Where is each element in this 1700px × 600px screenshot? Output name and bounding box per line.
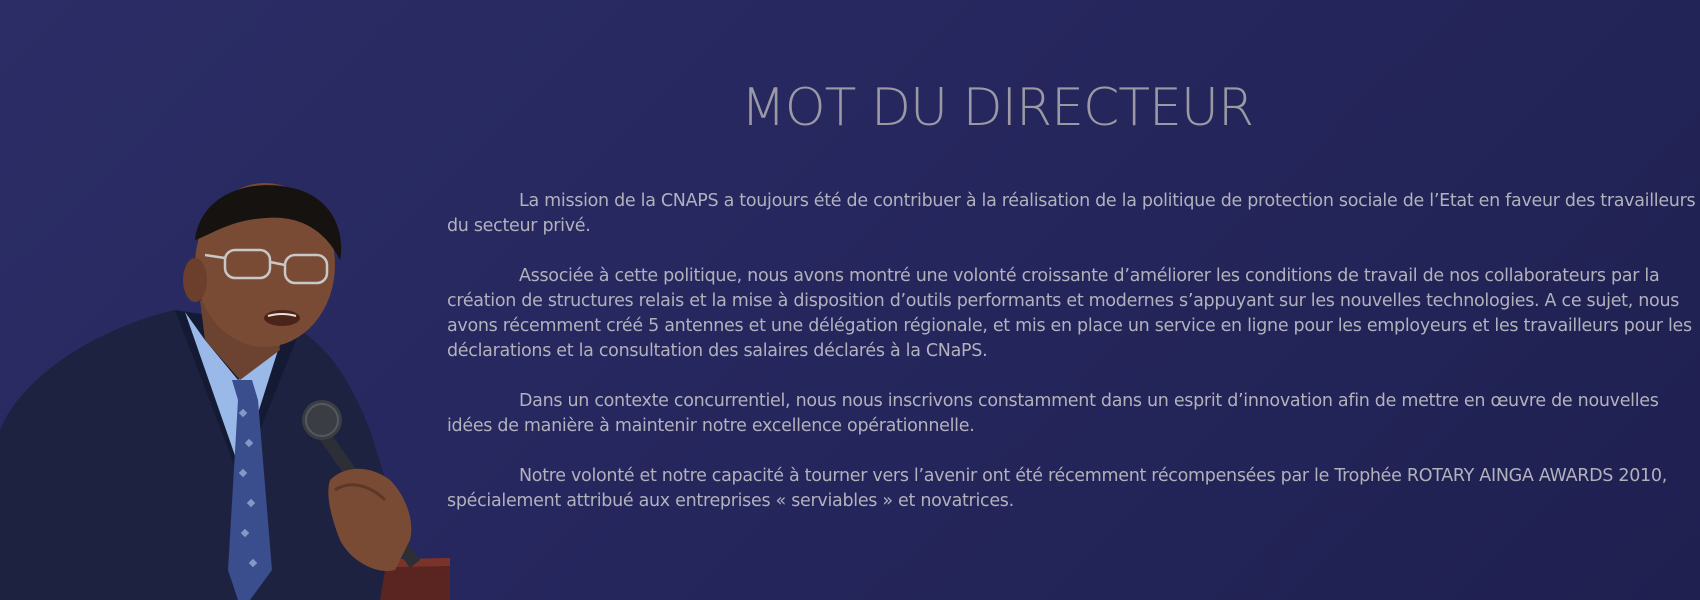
message-paragraph-4: Notre volonté et notre capacité à tourne… (447, 466, 1667, 511)
message-paragraph-2: Associée à cette politique, nous avons m… (447, 266, 1692, 361)
director-message-page: MOT DU DIRECTEUR La mission de la CNAPS … (0, 0, 1700, 600)
director-photo (0, 180, 450, 600)
message-paragraph-3: Dans un contexte concurrentiel, nous nou… (447, 391, 1659, 436)
page-title: MOT DU DIRECTEUR (740, 78, 1254, 138)
message-paragraph-1: La mission de la CNAPS a toujours été de… (447, 191, 1696, 236)
message-body: La mission de la CNAPS a toujours été de… (447, 189, 1697, 514)
